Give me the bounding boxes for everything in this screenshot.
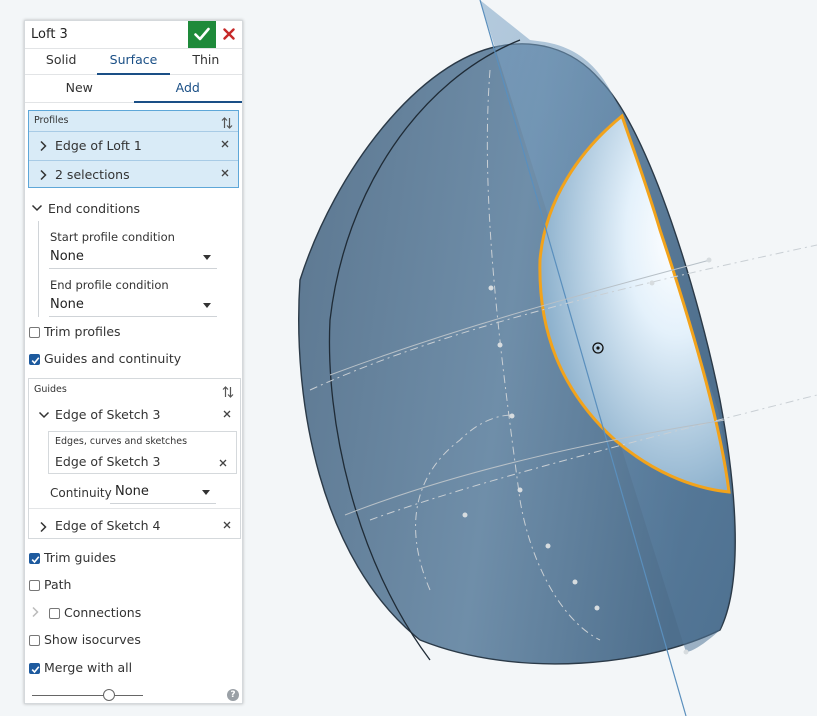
chevron-right-icon[interactable] (31, 606, 39, 618)
checkbox-box[interactable] (29, 635, 40, 646)
dropdown-caret-icon (203, 303, 211, 308)
guides-continuity-label: Guides and continuity (44, 351, 182, 366)
dialog-title: Loft 3 (31, 27, 68, 42)
tab-thin[interactable]: Thin (170, 48, 242, 74)
checkmark-icon (31, 666, 40, 674)
slider-thumb[interactable] (103, 689, 115, 701)
dropdown-caret-icon (203, 255, 211, 260)
tab-new[interactable]: New (25, 75, 134, 102)
guide-edges-value: Edge of Sketch 3 (55, 454, 161, 469)
guide-item-label: Edge of Sketch 4 (55, 518, 161, 533)
slider-track[interactable] (32, 695, 143, 696)
connections-label: Connections (64, 605, 142, 620)
profile-item[interactable]: 2 selections (29, 160, 238, 189)
loft-feature-dialog: Loft 3 Solid Surface Thin New Add Profil… (24, 20, 243, 704)
tab-solid[interactable]: Solid (25, 48, 97, 74)
divider (29, 508, 240, 509)
cancel-button[interactable] (220, 23, 240, 47)
checkbox-box[interactable] (29, 580, 40, 591)
dialog-header: Loft 3 (25, 21, 242, 49)
chevron-right-icon[interactable] (39, 169, 47, 181)
checkmark-icon (31, 357, 40, 365)
end-condition-value: None (50, 297, 84, 312)
chevron-down-icon[interactable] (38, 411, 50, 419)
checkmark-icon (194, 27, 210, 41)
checkbox-box[interactable] (29, 553, 40, 564)
profile-item-label: Edge of Loft 1 (55, 138, 142, 153)
end-condition-label: End profile condition (50, 278, 169, 292)
guides-selection-box[interactable]: Guides Edge of Sketch 3 Edges, curves an… (28, 378, 241, 539)
guide-item-label: Edge of Sketch 3 (55, 407, 161, 422)
profile-item[interactable]: Edge of Loft 1 (29, 131, 238, 160)
help-icon[interactable]: ? (227, 689, 239, 701)
guide-edges-label: Edges, curves and sketches (55, 436, 188, 447)
trim-guides-label: Trim guides (44, 550, 117, 565)
merge-with-all-label: Merge with all (44, 660, 133, 675)
start-condition-dropdown[interactable]: None (49, 246, 217, 269)
chevron-right-icon[interactable] (39, 140, 47, 152)
end-condition-dropdown[interactable]: None (49, 294, 217, 317)
continuity-value: None (115, 484, 149, 499)
guide-item[interactable]: Edge of Sketch 3 (29, 402, 240, 428)
trim-profiles-label: Trim profiles (44, 324, 121, 339)
start-condition-label: Start profile condition (50, 230, 175, 244)
accept-button[interactable] (188, 21, 216, 48)
guide-edges-selection[interactable]: Edges, curves and sketches Edge of Sketc… (48, 431, 237, 474)
body-type-tabs: Solid Surface Thin (25, 48, 242, 75)
reorder-icon[interactable] (221, 116, 233, 130)
continuity-label: Continuity (50, 486, 112, 500)
end-conditions-label: End conditions (48, 201, 141, 216)
operation-tabs: New Add (25, 75, 242, 103)
section-indent-line (38, 221, 39, 317)
chevron-down-icon (31, 204, 43, 212)
profiles-label: Profiles (34, 115, 69, 126)
dropdown-caret-icon (202, 490, 210, 495)
checkbox-box[interactable] (29, 354, 40, 365)
guide-item[interactable]: Edge of Sketch 4 (29, 513, 240, 539)
tab-surface[interactable]: Surface (97, 48, 170, 75)
checkbox-box[interactable] (49, 608, 60, 619)
tab-add[interactable]: Add (133, 75, 243, 103)
show-isocurves-label: Show isocurves (44, 632, 141, 647)
remove-icon[interactable] (222, 520, 232, 530)
remove-icon[interactable] (222, 409, 232, 419)
continuity-dropdown[interactable]: None (110, 482, 216, 504)
close-icon (223, 28, 235, 40)
reorder-icon[interactable] (222, 385, 234, 399)
profile-item-label: 2 selections (55, 167, 130, 182)
checkmark-icon (31, 556, 40, 564)
remove-icon[interactable] (220, 139, 230, 149)
checkbox-box[interactable] (29, 663, 40, 674)
checkbox-box[interactable] (29, 327, 40, 338)
remove-icon[interactable] (218, 458, 228, 468)
start-condition-value: None (50, 249, 84, 264)
path-label: Path (44, 577, 72, 592)
profiles-selection-box[interactable]: Profiles Edge of Loft 1 2 selections (28, 110, 239, 188)
guides-label: Guides (34, 384, 67, 395)
remove-icon[interactable] (220, 168, 230, 178)
chevron-right-icon[interactable] (39, 521, 47, 533)
